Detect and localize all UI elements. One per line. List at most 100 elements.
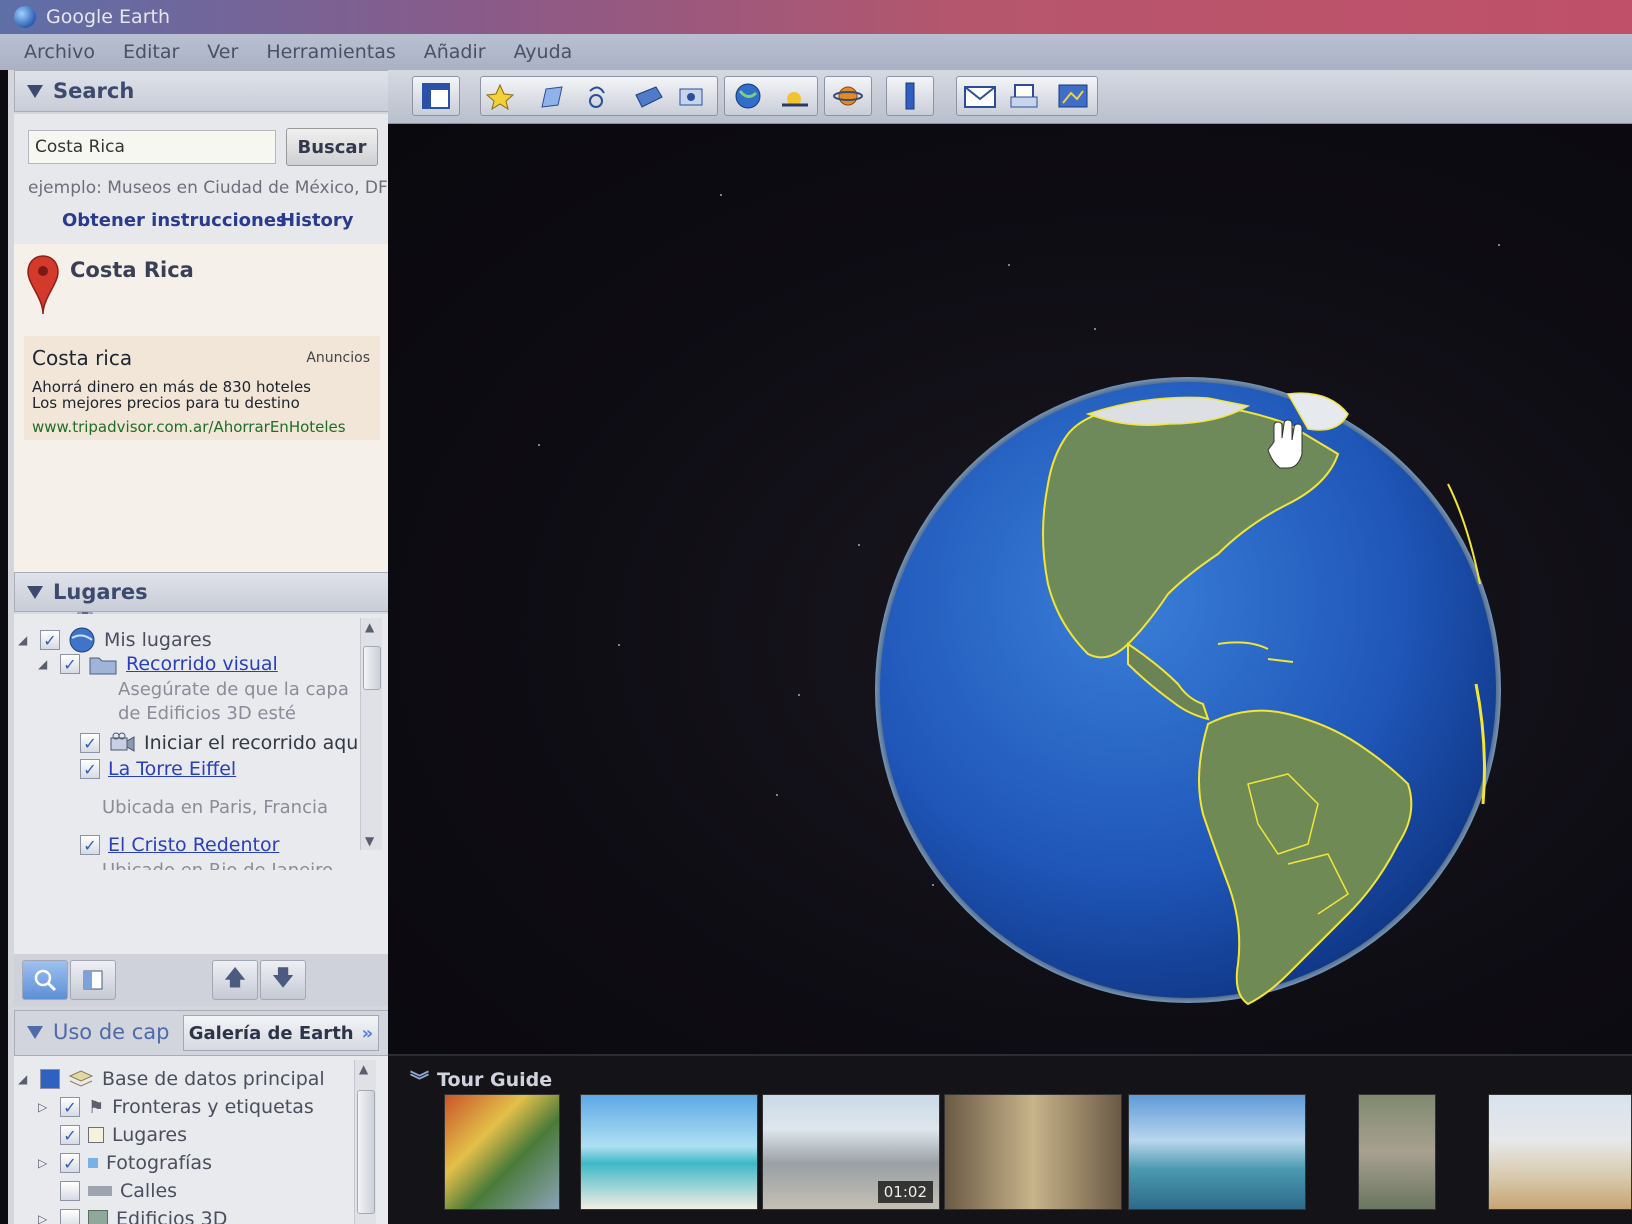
collapse-chevron-icon[interactable]: ︾ [410, 1066, 429, 1093]
checkbox-tour[interactable]: ✓ [60, 654, 80, 674]
ad-title[interactable]: Costa rica [32, 346, 132, 370]
layers-tree: ◢ Base de datos principal ▷ ✓ ⚑ Frontera… [14, 1056, 390, 1224]
menu-ver[interactable]: Ver [207, 41, 238, 63]
checkbox-eiffel[interactable]: ✓ [80, 759, 100, 779]
tour-thumbnail[interactable]: 01:02 [762, 1094, 940, 1210]
places-tree: ◢ ✓ Mis lugares ◢ ✓ Recorrido visual Ase… [14, 614, 390, 954]
layers-panel-header[interactable]: Uso de cap Galería de Earth » [14, 1010, 390, 1056]
layer-row[interactable]: Calles [38, 1180, 177, 1202]
google-earth-logo-icon [14, 6, 36, 28]
layer-checkbox[interactable]: ✓ [60, 1125, 80, 1145]
my-places-label: Mis lugares [104, 629, 212, 651]
arrow-up-icon: 🡅 [223, 966, 247, 991]
menu-herramientas[interactable]: Herramientas [266, 41, 395, 63]
move-up-button[interactable]: 🡅 [212, 960, 258, 1000]
expander-icon[interactable]: ▷ [38, 1212, 52, 1224]
tree-item-start-tour[interactable]: ✓ Iniciar el recorrido aquí [80, 732, 364, 754]
panel-toggle-button[interactable] [70, 960, 116, 1000]
search-panel-header[interactable]: Search [14, 70, 390, 112]
map-pin-icon[interactable] [26, 254, 60, 316]
layer-checkbox[interactable]: ✓ [60, 1097, 80, 1117]
layer-row[interactable]: ◢ Base de datos principal [18, 1068, 325, 1090]
earth-3d-view[interactable] [388, 124, 1632, 1054]
tour-thumbnail[interactable] [580, 1094, 758, 1210]
checkbox-my-places[interactable]: ✓ [40, 630, 60, 650]
layer-row[interactable]: ▷ ✓ ⚑ Fronteras y etiquetas [38, 1096, 314, 1118]
tour-guide-bar: ︾ Tour Guide 01:02 [388, 1054, 1632, 1224]
scroll-up-arrow-icon[interactable]: ▲ [359, 1062, 368, 1076]
layers-title[interactable]: Uso de cap [27, 1020, 170, 1044]
share-tools-icons [964, 84, 1088, 108]
search-hint: ejemplo: Museos en Ciudad de México, DF [28, 178, 388, 198]
places-panel-header[interactable]: Lugares [14, 572, 390, 612]
double-chevron-icon: » [361, 1022, 374, 1044]
search-input[interactable] [28, 130, 276, 164]
ruler-button[interactable] [886, 76, 934, 116]
search-panel: Buscar ejemplo: Museos en Ciudad de Méxi… [14, 114, 390, 244]
add-tools-group [480, 76, 718, 116]
layer-label: Calles [120, 1180, 178, 1202]
tour-thumbnail[interactable] [444, 1094, 560, 1210]
layer-row[interactable]: ▷ ✓ Fotografías [38, 1152, 212, 1174]
cristo-description: Ubicado en Rio de Janeiro [102, 858, 333, 870]
move-down-button[interactable]: 🡇 [260, 960, 306, 1000]
tree-item-cristo[interactable]: ✓ El Cristo Redentor [80, 834, 279, 856]
tree-item-tour[interactable]: ◢ ✓ Recorrido visual [38, 652, 278, 676]
expander-icon[interactable]: ▷ [38, 1100, 52, 1114]
tour-thumbnail[interactable] [1358, 1094, 1436, 1210]
expander-icon[interactable]: ◢ [38, 657, 52, 671]
expander-icon[interactable]: ◢ [18, 633, 32, 647]
menu-editar[interactable]: Editar [123, 41, 179, 63]
layer-checkbox[interactable] [60, 1209, 80, 1224]
tour-thumbnail[interactable] [944, 1094, 1122, 1210]
result-title[interactable]: Costa Rica [70, 258, 194, 282]
buildings-layer-icon [88, 1210, 108, 1224]
checkbox-start-tour[interactable]: ✓ [80, 733, 100, 753]
menu-anadir[interactable]: Añadir [424, 41, 486, 63]
layer-checkbox[interactable]: ✓ [60, 1153, 80, 1173]
search-toggle-button[interactable] [22, 960, 68, 1000]
eiffel-link[interactable]: La Torre Eiffel [108, 758, 236, 780]
checkbox-cristo[interactable]: ✓ [80, 835, 100, 855]
layer-label: Base de datos principal [102, 1068, 325, 1090]
tour-thumbnail[interactable] [1488, 1094, 1632, 1210]
tour-guide-header[interactable]: ︾ Tour Guide [410, 1066, 552, 1093]
tour-link[interactable]: Recorrido visual [126, 653, 278, 675]
layer-row[interactable]: ✓ Lugares [38, 1124, 187, 1146]
window-title: Google Earth [46, 6, 170, 28]
layer-row[interactable]: ▷ Edificios 3D [38, 1208, 227, 1224]
layer-checkbox-partial[interactable] [40, 1069, 60, 1089]
layer-checkbox[interactable] [60, 1181, 80, 1201]
earth-gallery-button[interactable]: Galería de Earth » [183, 1015, 379, 1051]
tour-thumbnail[interactable] [1128, 1094, 1306, 1210]
sidebar-toggle-button[interactable] [412, 76, 460, 116]
history-link[interactable]: History [280, 210, 354, 231]
expander-icon[interactable]: ◢ [18, 1072, 32, 1086]
menu-archivo[interactable]: Archivo [24, 41, 95, 63]
panel-icon [83, 970, 103, 990]
expander-icon[interactable]: ▷ [38, 1156, 52, 1170]
directions-link[interactable]: Obtener instrucciones [62, 210, 287, 231]
search-results: Costa Rica Costa rica Anuncios Ahorrá di… [14, 244, 390, 596]
layers-scrollbar[interactable]: ▲ [354, 1060, 376, 1224]
places-nav-strip: 🡅 🡇 [14, 954, 390, 1006]
view-tools-icons [735, 83, 808, 109]
scroll-down-arrow-icon[interactable]: ▼ [365, 834, 374, 848]
scroll-up-arrow-icon[interactable]: ▲ [365, 620, 374, 634]
planets-button[interactable] [824, 76, 872, 116]
start-tour-label: Iniciar el recorrido aquí [144, 732, 364, 754]
sponsored-ad[interactable]: Costa rica Anuncios Ahorrá dinero en más… [24, 336, 380, 440]
tree-item-my-places[interactable]: ◢ ✓ Mis lugares [18, 626, 212, 654]
ad-url[interactable]: www.tripadvisor.com.ar/AhorrarEnHoteles [32, 418, 346, 436]
layers-scroll-thumb[interactable] [357, 1090, 375, 1214]
collapse-triangle-icon [27, 1025, 43, 1039]
menu-ayuda[interactable]: Ayuda [514, 41, 573, 63]
roads-layer-icon [88, 1186, 112, 1196]
places-scrollbar[interactable]: ▲ ▼ [360, 618, 382, 850]
places-scroll-thumb[interactable] [363, 646, 381, 690]
earth-globe[interactable] [388, 124, 1632, 1054]
search-button[interactable]: Buscar [286, 128, 378, 166]
my-places-globe-icon [69, 627, 95, 653]
tree-item-eiffel[interactable]: ✓ La Torre Eiffel [80, 758, 236, 780]
cristo-link[interactable]: El Cristo Redentor [108, 834, 279, 856]
